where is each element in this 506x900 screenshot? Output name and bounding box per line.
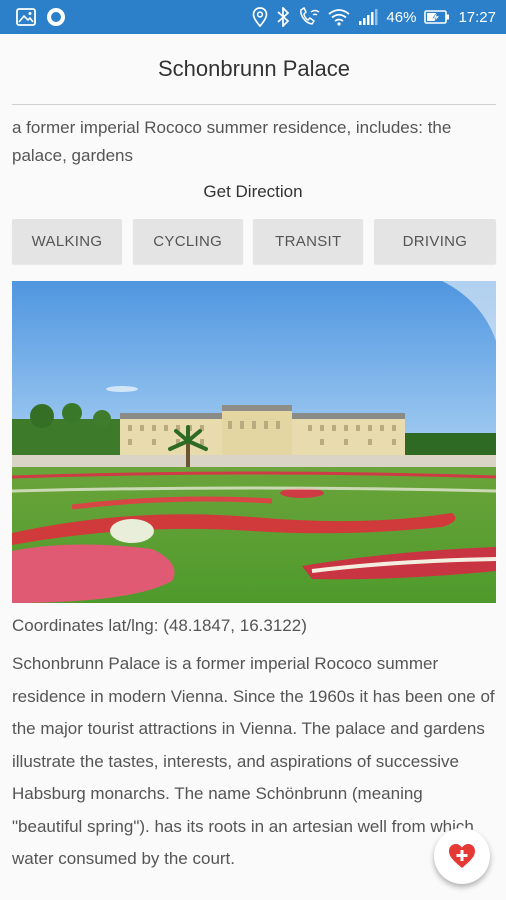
call-wifi-icon bbox=[298, 7, 320, 27]
walking-button[interactable]: WALKING bbox=[12, 219, 122, 264]
schonbrunn-palace-photo bbox=[12, 281, 496, 603]
page-title: Schonbrunn Palace bbox=[157, 56, 351, 81]
get-direction-heading: Get Direction bbox=[203, 182, 303, 201]
add-favorite-button[interactable] bbox=[434, 828, 490, 884]
wifi-icon bbox=[328, 8, 350, 26]
add-favorite-heart-icon bbox=[447, 842, 477, 870]
place-summary: a former imperial Rococo summer residenc… bbox=[12, 118, 452, 165]
driving-button[interactable]: DRIVING bbox=[373, 219, 496, 264]
battery-charging-icon bbox=[424, 9, 450, 25]
image-icon bbox=[16, 8, 36, 26]
transit-button[interactable]: TRANSIT bbox=[253, 219, 364, 264]
signal-icon bbox=[358, 8, 378, 26]
circle-notification-icon bbox=[46, 7, 66, 27]
battery-percentage: 46% bbox=[386, 8, 417, 26]
cycling-button[interactable]: CYCLING bbox=[132, 219, 243, 264]
place-photo bbox=[12, 281, 496, 603]
location-icon bbox=[252, 7, 268, 27]
header: Schonbrunn Palace bbox=[12, 34, 496, 105]
clock: 17:27 bbox=[458, 8, 496, 26]
direction-buttons: WALKING CYCLING TRANSIT DRIVING bbox=[12, 219, 496, 264]
status-bar: 46% 17:27 bbox=[0, 0, 506, 34]
bluetooth-icon bbox=[276, 7, 290, 27]
place-description: Schonbrunn Palace is a former imperial R… bbox=[12, 654, 495, 868]
coordinates-text: Coordinates lat/lng: (48.1847, 16.3122) bbox=[12, 616, 307, 635]
